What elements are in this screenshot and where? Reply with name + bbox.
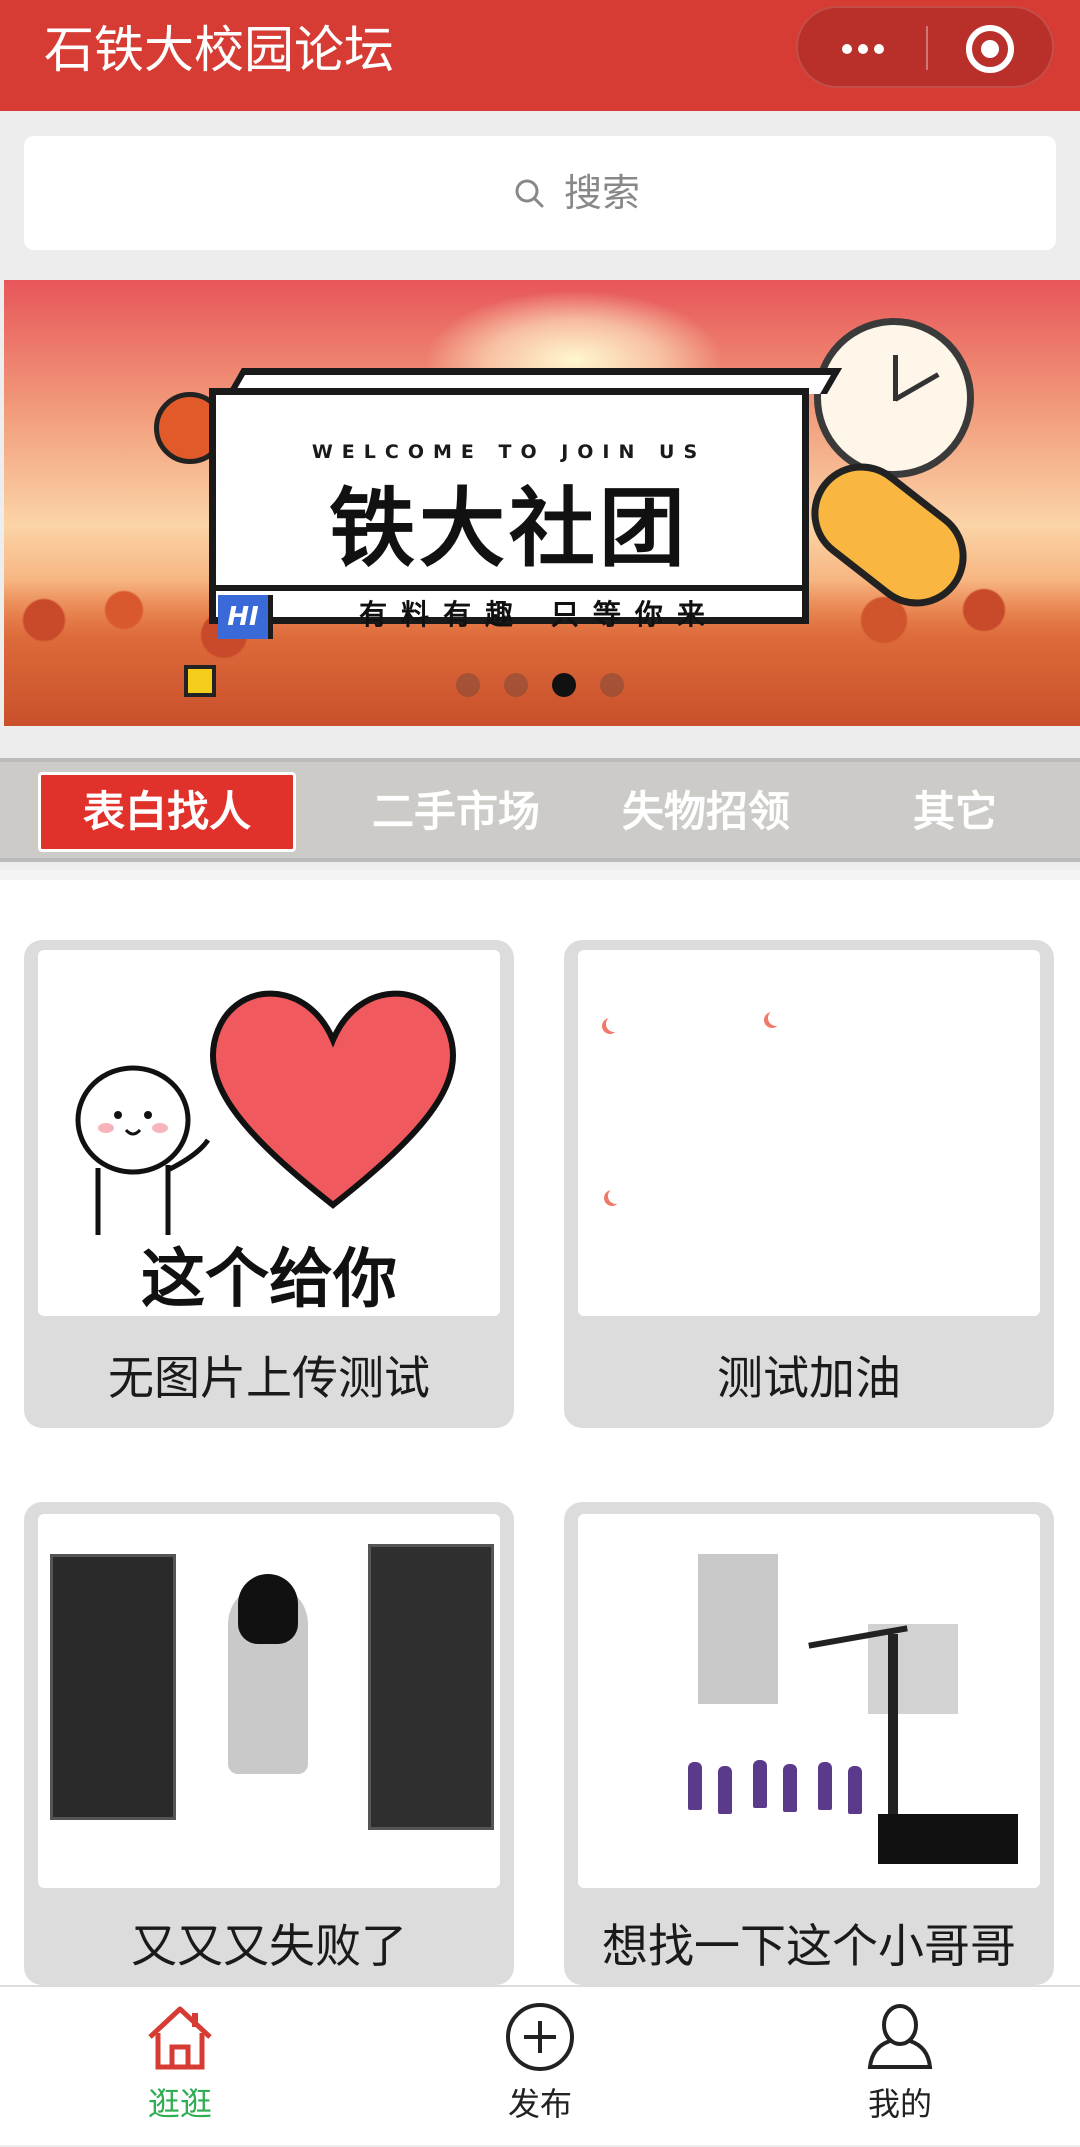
post-card[interactable]: 又又又失败了 [24, 1502, 514, 1985]
post-thumbnail: 这个给你 [38, 950, 500, 1316]
post-card[interactable]: 想找一下这个小哥哥 [564, 1502, 1054, 1985]
post-card[interactable]: 这个给你 无图片上传测试 [24, 940, 514, 1428]
nav-publish[interactable]: 发布 [440, 1987, 640, 2147]
search-placeholder: 搜索 [564, 171, 641, 215]
search-icon [515, 179, 544, 208]
carousel-dot[interactable] [600, 673, 624, 697]
post-title: 测试加油 [717, 1351, 901, 1405]
nav-mine[interactable]: 我的 [800, 1987, 1000, 2147]
close-mini-program-button[interactable] [928, 8, 1052, 86]
more-dots-icon [842, 44, 852, 54]
tab-lost-found[interactable]: 失物招领 [602, 772, 810, 852]
banner-sign: WELCOME TO JOIN US 铁大社团 HI 有料有趣 只等你来 [209, 368, 843, 639]
user-icon [867, 2004, 933, 2069]
bottom-nav: 逛逛 发布 我的 [0, 1985, 1080, 2145]
cartoon-character-icon [75, 1065, 211, 1235]
tab-other[interactable]: 其它 [880, 772, 1030, 852]
nav-label: 逛逛 [147, 2085, 212, 2123]
nav-label: 我的 [867, 2085, 932, 2123]
plus-circle-icon [506, 2003, 574, 2071]
nav-label: 发布 [507, 2085, 572, 2123]
banner-tagline: 有料有趣 只等你来 [359, 598, 719, 631]
carousel-dot-active[interactable] [552, 673, 576, 697]
carousel-dot[interactable] [504, 673, 528, 697]
category-tabs: 表白找人 二手市场 失物招领 其它 [0, 758, 1080, 862]
post-thumbnail [578, 1514, 1040, 1888]
nav-browse[interactable]: 逛逛 [80, 1987, 280, 2147]
banner-carousel[interactable]: WELCOME TO JOIN US 铁大社团 HI 有料有趣 只等你来 [4, 280, 1080, 726]
heart-icon [210, 990, 456, 1209]
post-title: 又又又失败了 [131, 1919, 407, 1973]
post-thumbnail [38, 1514, 500, 1888]
post-card[interactable]: 测试加油 [564, 940, 1054, 1428]
more-menu-button[interactable] [798, 8, 926, 86]
banner-headline: 铁大社团 [329, 479, 689, 579]
tab-confession[interactable]: 表白找人 [38, 772, 296, 852]
post-title: 无图片上传测试 [108, 1351, 430, 1405]
mini-program-capsule [796, 6, 1054, 88]
search-input[interactable]: 搜索 [24, 136, 1056, 250]
post-title: 想找一下这个小哥哥 [602, 1919, 1016, 1973]
app-title: 石铁大校园论坛 [44, 21, 394, 79]
tab-second-hand[interactable]: 二手市场 [352, 772, 560, 852]
carousel-dot[interactable] [456, 673, 480, 697]
post-grid: 这个给你 无图片上传测试 测试加油 又又又失败了 想找一下这个小哥哥 [0, 880, 1080, 1985]
post-thumbnail [578, 950, 1040, 1316]
post-image-text: 这个给你 [141, 1243, 397, 1316]
banner-hi-badge: HI [218, 595, 273, 639]
clock-icon [814, 318, 974, 478]
banner-welcome: WELCOME TO JOIN US [311, 441, 707, 463]
home-icon [148, 2006, 212, 2070]
header: 石铁大校园论坛 [0, 0, 1080, 111]
